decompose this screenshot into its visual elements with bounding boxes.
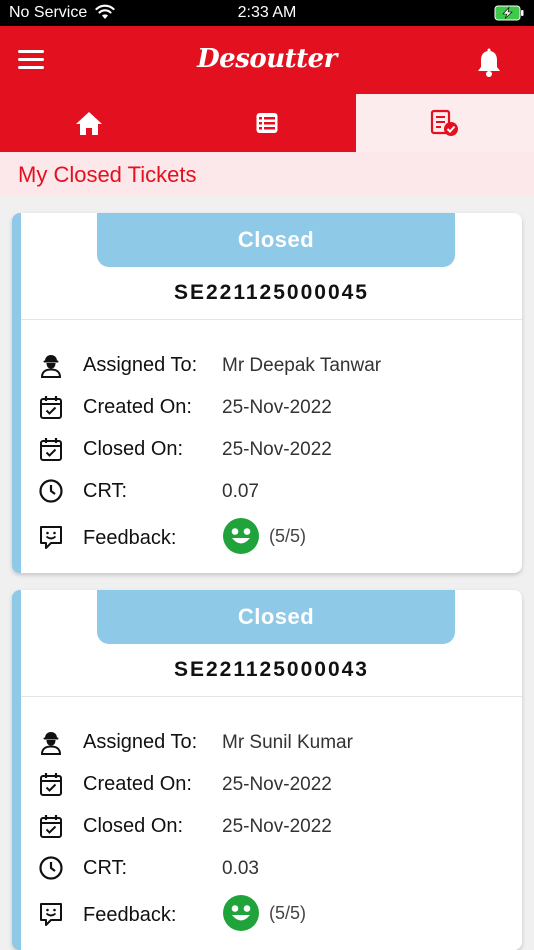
created-on-value: 25-Nov-2022 [222,774,332,795]
page-title-bar: My Closed Tickets [0,152,534,196]
clock: 2:33 AM [237,4,297,21]
created-on-label: Created On: [83,396,192,418]
created-on-row: Created On: 25-Nov-2022 [21,766,522,802]
feedback-rating: (5/5) [269,903,307,923]
status-badge: Closed [97,213,455,267]
tab-home[interactable] [0,94,178,152]
crt-label: CRT: [83,857,128,879]
ticket-card[interactable]: Closed SE221125000043 Assigned To: Mr Su… [12,590,522,950]
happy-face-icon [223,518,259,554]
tab-ticket-list[interactable] [178,94,356,152]
crt-value: 0.07 [222,481,259,502]
closed-on-label: Closed On: [83,438,184,460]
notification-bell-icon[interactable] [475,48,503,78]
tab-bar [0,94,534,152]
feedback-icon [40,903,62,926]
closed-ticket-icon [430,109,458,136]
crt-label: CRT: [83,480,128,502]
calendar-check-icon [40,773,62,796]
closed-on-value: 25-Nov-2022 [222,816,332,837]
clock-icon [39,479,63,503]
feedback-rating: (5/5) [269,526,307,546]
calendar-check-icon [40,396,62,419]
crt-value: 0.03 [222,858,259,879]
status-bar: No Service 2:33 AM [0,0,534,26]
ticket-number: SE221125000043 [173,658,369,681]
calendar-check-icon [40,815,62,838]
engineer-icon [40,732,62,755]
feedback-label: Feedback: [83,527,177,549]
calendar-check-icon [40,438,62,461]
closed-on-value: 25-Nov-2022 [222,439,332,460]
clock-icon [39,856,63,880]
engineer-icon [40,355,62,378]
battery-charging-icon [494,5,524,21]
feedback-row: Feedback: (5/5) [21,517,522,557]
divider [21,696,522,697]
tab-closed-tickets[interactable] [356,94,534,152]
assigned-to-label: Assigned To: [83,354,198,376]
closed-on-row: Closed On: 25-Nov-2022 [21,431,522,467]
assigned-to-value: Mr Sunil Kumar [222,732,353,753]
created-on-label: Created On: [83,773,192,795]
status-badge: Closed [97,590,455,644]
created-on-value: 25-Nov-2022 [222,397,332,418]
list-icon [256,113,278,133]
closed-on-label: Closed On: [83,815,184,837]
created-on-row: Created On: 25-Nov-2022 [21,389,522,425]
feedback-row: Feedback: (5/5) [21,894,522,934]
ticket-number: SE221125000045 [173,281,369,304]
page-title: My Closed Tickets [18,162,197,187]
home-icon [76,112,102,135]
assigned-to-label: Assigned To: [83,731,198,753]
closed-on-row: Closed On: 25-Nov-2022 [21,808,522,844]
feedback-label: Feedback: [83,904,177,926]
feedback-icon [40,526,62,549]
crt-row: CRT: 0.07 [21,473,522,509]
ticket-card[interactable]: Closed SE221125000045 Assigned To: Mr De… [12,213,522,573]
app-header: Desoutter [0,26,534,152]
brand-logo: Desoutter [197,44,337,74]
assigned-to-row: Assigned To: Mr Deepak Tanwar [21,347,522,383]
assigned-to-row: Assigned To: Mr Sunil Kumar [21,724,522,760]
divider [21,319,522,320]
assigned-to-value: Mr Deepak Tanwar [222,355,382,376]
happy-face-icon [223,895,259,931]
crt-row: CRT: 0.03 [21,850,522,886]
